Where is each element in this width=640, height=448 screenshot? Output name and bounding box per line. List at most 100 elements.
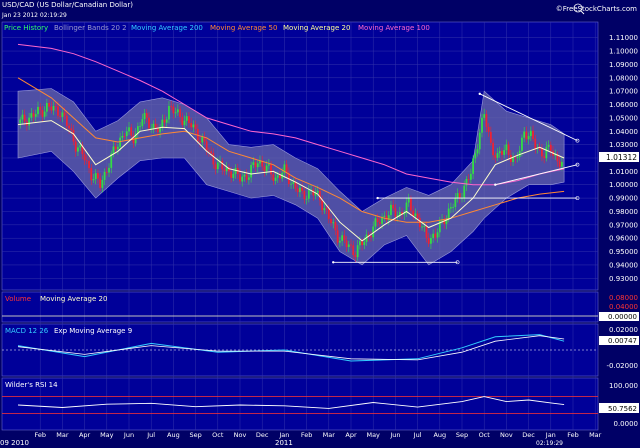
candle-body [263,166,266,172]
candle-body [114,146,117,150]
price-tick-label: 1.04000 [609,128,638,136]
volume-tick-mid: 0.04000 [609,303,638,311]
price-tick-label: 1.03000 [609,141,638,149]
legend-item-2: Moving Average 200 [131,24,203,32]
candle-body [378,222,381,224]
candle-body [496,153,499,158]
month-tick-label: Oct [479,431,491,439]
brand-text: ©FreeStockCharts.com [556,5,637,13]
candle-body [483,114,486,118]
candle-body [63,112,66,116]
volume-tick-high: 0.08000 [609,294,638,302]
candle-body [183,120,186,126]
candle-body [547,144,550,147]
price-tick-label: 1.00000 [609,181,638,189]
candle-body [492,142,494,156]
trendline-handle [494,183,497,186]
candle-body [28,117,30,126]
candle-body [174,112,177,114]
month-tick-label: Aug [167,431,180,439]
candle-body [503,150,506,155]
trendline-handle [478,92,481,96]
candle-body [188,116,190,124]
candle-body [390,204,392,216]
candle-body [105,171,108,173]
candle-body [407,198,410,203]
candle-body [172,106,175,114]
candle-body [534,138,537,149]
month-tick-label: Nov [500,431,513,439]
candle-body [247,177,250,180]
month-tick-label: Nov [234,431,247,439]
candle-body [354,254,357,258]
candle-body [243,174,246,177]
candle-body [414,213,417,217]
candle-body [474,153,477,159]
candle-body [529,130,532,137]
candle-body [94,173,97,180]
candle-body [465,178,468,186]
price-tick-label: 0.95000 [609,248,638,256]
candle-body [245,174,248,180]
candle-body [478,132,481,150]
month-tick-label: Jul [146,431,155,439]
candle-body [90,168,93,181]
candle-body [205,141,208,151]
month-tick-label: May [366,431,380,439]
candle-body [532,130,534,139]
candle-body [190,123,193,128]
candle-body [285,164,288,173]
chart-canvas: Price History Bollinger Bands 20 2 Moving … [0,3,639,447]
month-tick-label: Oct [212,431,224,439]
candle-body [341,235,344,241]
candle-body [392,204,395,209]
candle-body [543,156,546,159]
candle-body [130,127,133,136]
candle-body [394,208,397,217]
candle-body [32,113,35,117]
month-tick-label: Feb [34,431,46,439]
candle-body [192,124,195,128]
candle-body [350,244,352,246]
candle-body [454,198,457,208]
candle-body [168,106,170,120]
candle-body [427,237,430,244]
candle-body [141,119,144,127]
candle-body [512,157,514,162]
candle-body [88,160,90,169]
candle-body [39,106,42,111]
candle-body [296,188,299,193]
month-tick-label: Mar [323,431,336,439]
candle-body [541,148,543,157]
candle-body [154,123,157,129]
candle-body [523,131,526,138]
candle-body [43,111,46,117]
price-tick-label: 0.94000 [609,261,638,269]
candle-body [472,158,474,174]
rsi-pane [1,377,599,431]
price-tick-label: 1.01000 [609,168,638,176]
candle-body [321,200,324,211]
month-tick-label: Sep [189,431,201,439]
candle-body [83,154,86,161]
candle-body [123,135,126,137]
price-tick-label: 1.08000 [609,74,638,82]
candle-body [112,146,115,154]
candle-body [210,151,213,154]
candle-body [221,160,224,170]
candle-body [305,198,308,200]
candle-body [267,164,270,166]
candle-body [170,106,173,107]
candle-body [436,232,439,238]
candle-body [143,113,146,120]
candle-body [467,178,470,180]
candle-body [65,115,68,126]
candle-body [250,164,252,178]
candle-body [545,146,548,159]
candle-body [336,230,339,243]
candle-body [325,208,328,209]
month-tick-label: Jan [278,431,289,439]
candle-body [323,208,326,211]
price-tick-label: 1.09000 [609,61,638,69]
legend-item-5: Moving Average 100 [358,24,430,32]
